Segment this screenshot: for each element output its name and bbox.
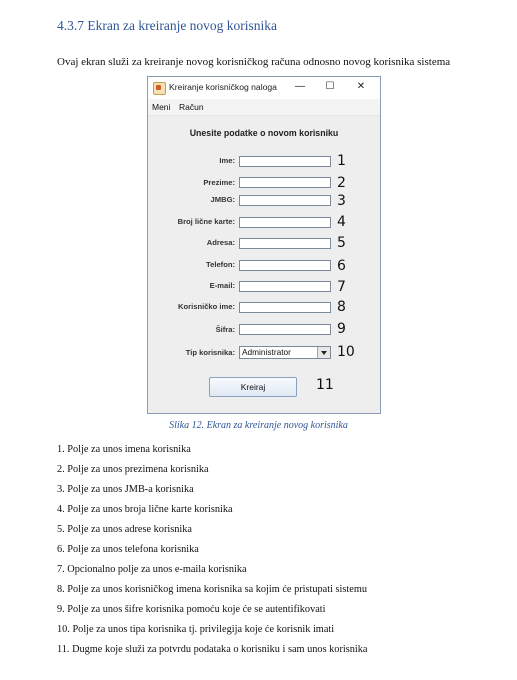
username-label: Korisničko ime: [178, 302, 235, 311]
callout-number: 10 [337, 344, 355, 360]
password-label: Šifra: [215, 325, 235, 334]
user-type-select[interactable]: Administrator [239, 346, 331, 359]
address-label: Adresa: [206, 238, 235, 247]
maximize-button[interactable]: ☐ [320, 78, 340, 96]
callout-number: 6 [337, 258, 346, 274]
callout-number: 8 [337, 299, 346, 315]
callout-number: 1 [337, 153, 346, 169]
list-item: 1. Polje za unos imena korisnika [57, 444, 191, 455]
intro-paragraph: Ovaj ekran služi za kreiranje novog kori… [57, 56, 451, 68]
list-item: 8. Polje za unos korisničkog imena koris… [57, 584, 368, 595]
user-creation-window: Kreiranje korisničkog naloga — ☐ ✕ Meni … [147, 76, 381, 414]
window-title: Kreiranje korisničkog naloga [169, 82, 277, 92]
window-titlebar: Kreiranje korisničkog naloga — ☐ ✕ [148, 77, 380, 99]
list-item: 5. Polje za unos adrese korisnika [57, 524, 192, 535]
user-type-label: Tip korisnika: [185, 348, 235, 357]
callout-number: 11 [316, 377, 334, 393]
id-card-label: Broj lične karte: [177, 217, 235, 226]
figure-caption: Slika 12. Ekran za kreiranje novog koris… [169, 420, 348, 431]
description-list: 1. Polje za unos imena korisnika 2. Polj… [57, 443, 367, 663]
section-heading: 4.3.7 Ekran za kreiranje novog korisnika [57, 18, 278, 33]
first-name-label: Ime: [219, 156, 235, 165]
username-input[interactable] [239, 302, 331, 313]
callout-number: 3 [337, 193, 346, 209]
callout-number: 4 [337, 214, 346, 230]
phone-input[interactable] [239, 260, 331, 271]
list-item: 11. Dugme koje služi za potvrdu podataka… [57, 644, 368, 655]
list-item: 3. Polje za unos JMB-a korisnika [57, 484, 194, 495]
menu-meni[interactable]: Meni [152, 102, 170, 112]
address-input[interactable] [239, 238, 331, 249]
minimize-button[interactable]: — [290, 78, 310, 96]
close-button[interactable]: ✕ [351, 78, 371, 96]
list-item: 9. Polje za unos šifre korisnika pomoću … [57, 604, 326, 615]
list-item: 10. Polje za unos tipa korisnika tj. pri… [57, 624, 335, 635]
jmbg-label: JMBG: [210, 195, 235, 204]
list-item: 2. Polje za unos prezimena korisnika [57, 464, 209, 475]
id-card-input[interactable] [239, 217, 331, 228]
callout-number: 9 [337, 321, 346, 337]
create-button[interactable]: Kreiraj [209, 377, 297, 397]
list-item: 4. Polje za unos broja lične karte koris… [57, 504, 233, 515]
chevron-down-icon[interactable] [317, 347, 330, 358]
list-item: 7. Opcionalno polje za unos e-maila kori… [57, 564, 247, 575]
callout-number: 5 [337, 235, 346, 251]
last-name-input[interactable] [239, 177, 331, 188]
callout-number: 7 [337, 279, 346, 295]
user-type-value: Administrator [242, 347, 291, 357]
phone-label: Telefon: [206, 260, 235, 269]
email-label: E-mail: [209, 281, 235, 290]
jmbg-input[interactable] [239, 195, 331, 206]
java-app-icon [153, 82, 166, 95]
password-input[interactable] [239, 324, 331, 335]
email-input[interactable] [239, 281, 331, 292]
first-name-input[interactable] [239, 156, 331, 167]
callout-number: 2 [337, 175, 346, 191]
last-name-label: Prezime: [203, 178, 235, 187]
form-title: Unesite podatke o novom korisniku [189, 128, 339, 138]
menu-racun[interactable]: Račun [179, 102, 204, 112]
menu-bar: Meni Račun [148, 99, 380, 116]
list-item: 6. Polje za unos telefona korisnika [57, 544, 199, 555]
